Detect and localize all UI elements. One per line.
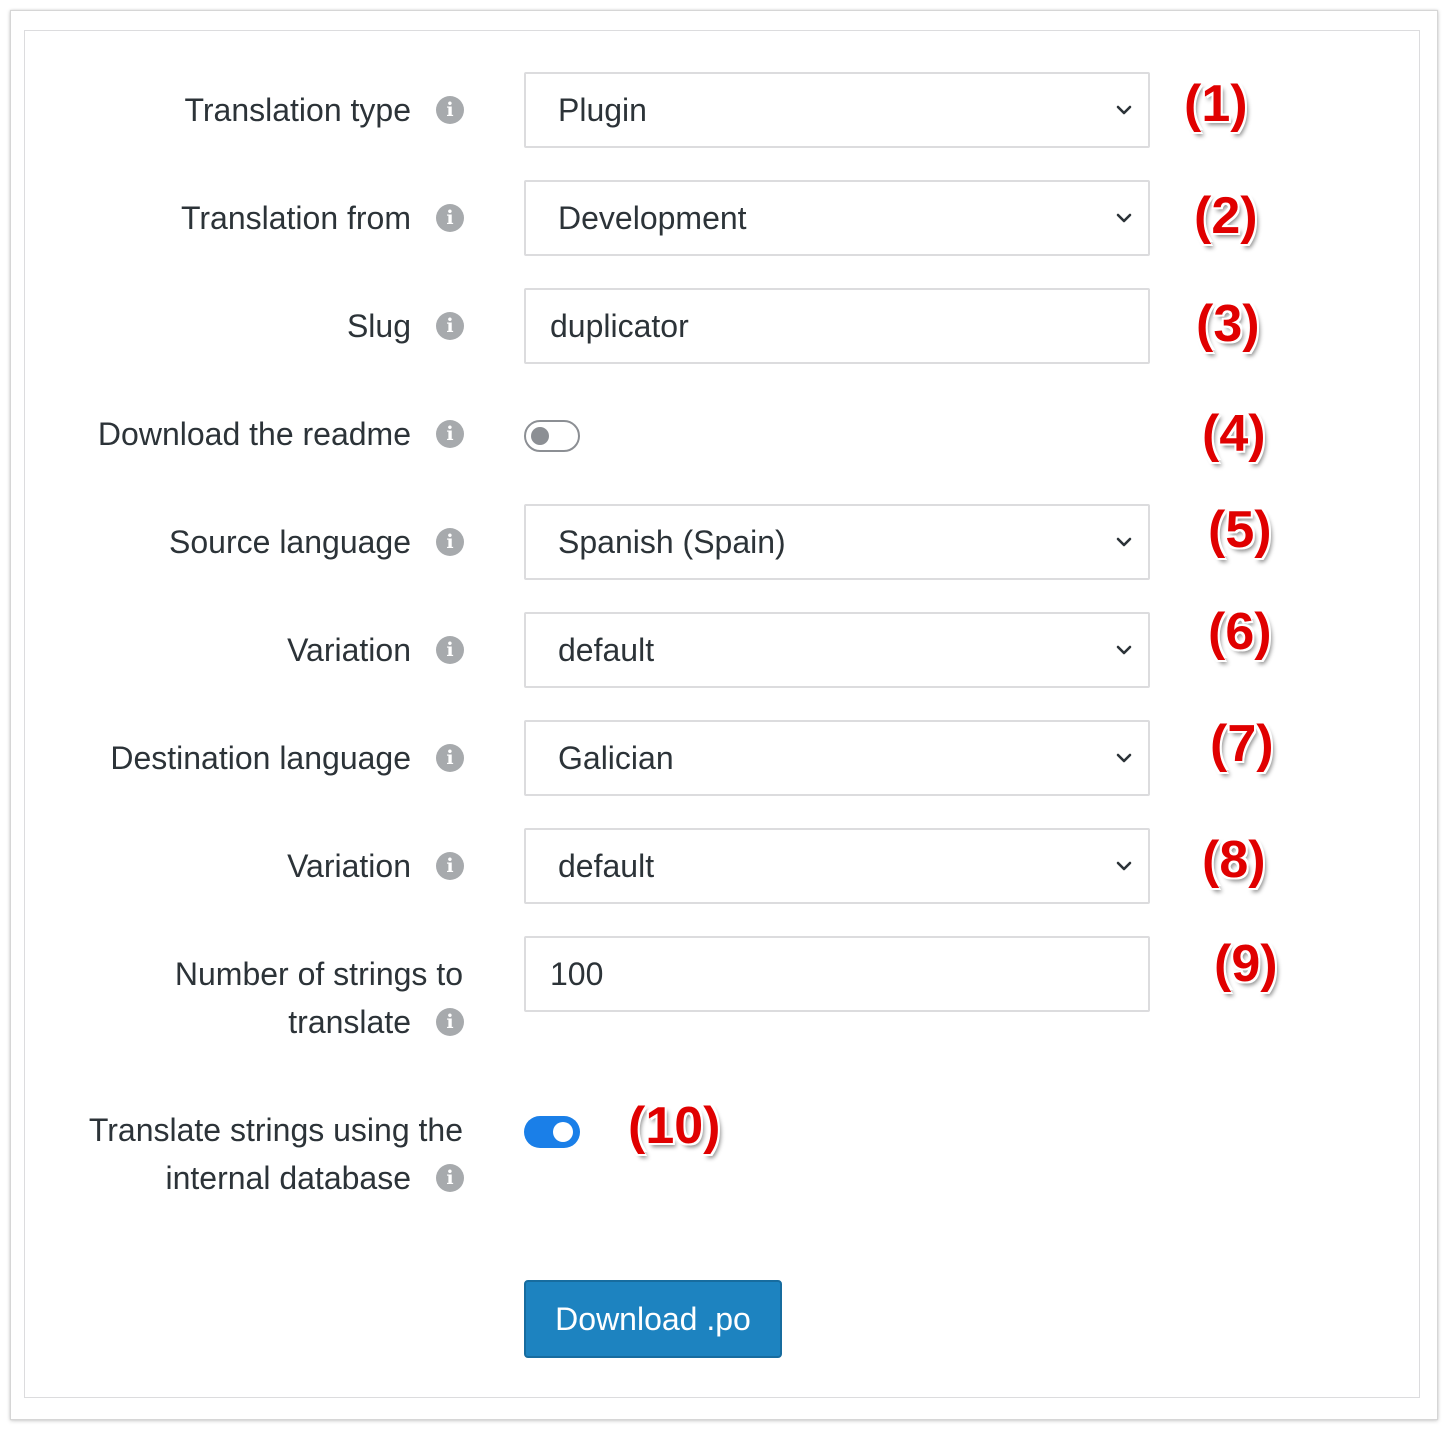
chevron-down-icon xyxy=(1116,105,1132,115)
destination-language-label: Destination language xyxy=(110,740,411,776)
annotation-marker-1: (1) xyxy=(1184,75,1248,133)
annotation-marker-7: (7) xyxy=(1210,715,1274,773)
download-po-button[interactable]: Download .po xyxy=(524,1280,782,1358)
internal-database-label-line2: internal database xyxy=(165,1160,411,1196)
annotation-marker-4: (4) xyxy=(1202,405,1266,463)
info-icon[interactable]: i xyxy=(436,312,464,340)
translation-from-label: Translation from xyxy=(181,200,411,236)
destination-language-value: Galician xyxy=(558,740,674,776)
translation-from-select[interactable]: Development xyxy=(524,180,1150,256)
internal-database-label-line1: Translate strings using the xyxy=(88,1112,463,1148)
annotation-marker-5: (5) xyxy=(1208,501,1272,559)
annotation-marker-9: (9) xyxy=(1214,935,1278,993)
source-language-label: Source language xyxy=(169,524,411,560)
destination-language-select[interactable]: Galician xyxy=(524,720,1150,796)
chevron-down-icon xyxy=(1116,213,1132,223)
info-icon[interactable]: i xyxy=(436,744,464,772)
strings-count-label-line1: Number of strings to xyxy=(174,956,463,992)
info-icon[interactable]: i xyxy=(436,528,464,556)
download-readme-label: Download the readme xyxy=(97,416,411,452)
slug-input[interactable]: duplicator xyxy=(524,288,1150,364)
chevron-down-icon xyxy=(1116,537,1132,547)
annotation-marker-10: (10) xyxy=(628,1097,721,1155)
translation-type-value: Plugin xyxy=(558,92,647,128)
strings-count-input[interactable]: 100 xyxy=(524,936,1150,1012)
info-icon[interactable]: i xyxy=(436,852,464,880)
translation-from-value: Development xyxy=(558,200,747,236)
source-variation-label: Variation xyxy=(287,632,411,668)
destination-variation-select[interactable]: default xyxy=(524,828,1150,904)
translation-type-select[interactable]: Plugin xyxy=(524,72,1150,148)
strings-count-value: 100 xyxy=(550,956,604,992)
source-language-value: Spanish (Spain) xyxy=(558,524,786,560)
info-icon[interactable]: i xyxy=(436,1008,464,1036)
chevron-down-icon xyxy=(1116,861,1132,871)
annotation-marker-3: (3) xyxy=(1196,295,1260,353)
destination-variation-value: default xyxy=(558,848,655,884)
translation-type-label: Translation type xyxy=(184,92,411,128)
info-icon[interactable]: i xyxy=(436,204,464,232)
destination-variation-label: Variation xyxy=(287,848,411,884)
annotation-marker-6: (6) xyxy=(1208,603,1272,661)
toggle-knob xyxy=(553,1122,573,1142)
toggle-knob xyxy=(531,427,549,445)
slug-value: duplicator xyxy=(550,308,689,344)
info-icon[interactable]: i xyxy=(436,636,464,664)
source-variation-select[interactable]: default xyxy=(524,612,1150,688)
chevron-down-icon xyxy=(1116,753,1132,763)
info-icon[interactable]: i xyxy=(436,1164,464,1192)
source-language-select[interactable]: Spanish (Spain) xyxy=(524,504,1150,580)
annotation-marker-8: (8) xyxy=(1202,831,1266,889)
annotation-marker-2: (2) xyxy=(1194,187,1258,245)
download-readme-toggle[interactable] xyxy=(524,420,580,452)
strings-count-label-line2: translate xyxy=(288,1004,411,1040)
chevron-down-icon xyxy=(1116,645,1132,655)
info-icon[interactable]: i xyxy=(436,96,464,124)
internal-database-toggle[interactable] xyxy=(524,1116,580,1148)
source-variation-value: default xyxy=(558,632,655,668)
info-icon[interactable]: i xyxy=(436,420,464,448)
slug-label: Slug xyxy=(346,308,411,344)
